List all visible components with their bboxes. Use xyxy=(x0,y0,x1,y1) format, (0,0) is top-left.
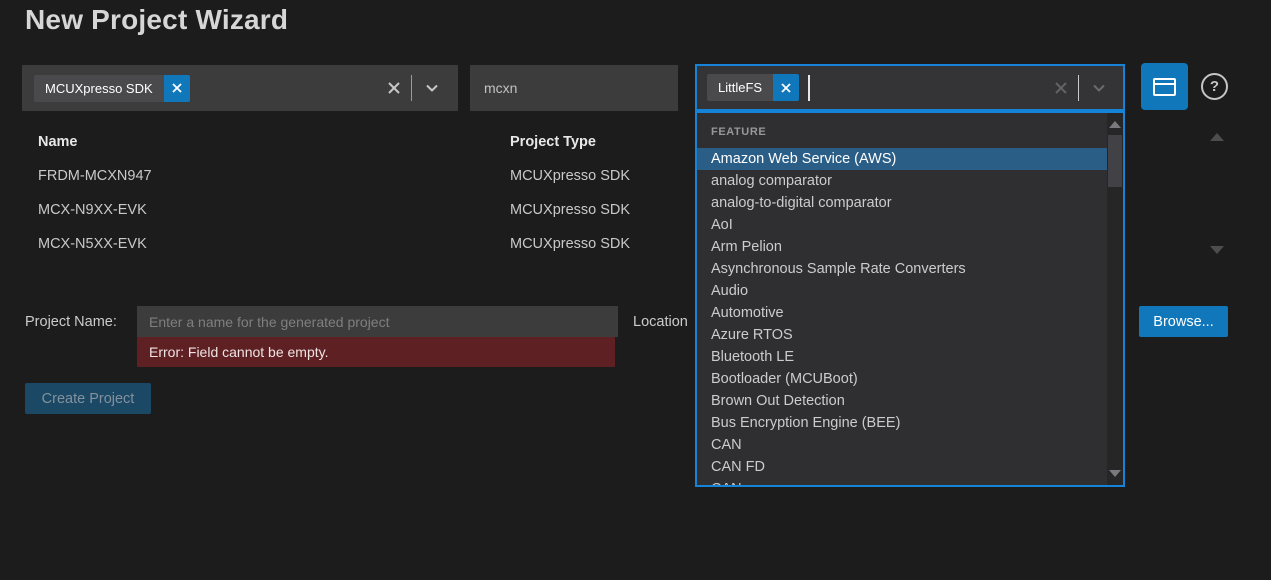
feature-option[interactable]: Automotive xyxy=(697,302,1109,324)
board-name: MCX-N5XX-EVK xyxy=(38,236,147,252)
sdk-tag-remove-icon[interactable] xyxy=(164,75,190,102)
project-name-input[interactable] xyxy=(137,306,618,337)
table-row[interactable]: FRDM-MCXN947 MCUXpresso SDK xyxy=(0,168,690,192)
column-header-name: Name xyxy=(38,134,78,150)
sdk-filter-chevron-down-icon[interactable] xyxy=(412,80,446,96)
board-search-input[interactable] xyxy=(470,65,678,111)
feature-option[interactable]: analog comparator xyxy=(697,170,1109,192)
help-button[interactable]: ? xyxy=(1201,73,1228,100)
page-title: New Project Wizard xyxy=(25,4,288,36)
scroll-up-arrow-icon[interactable] xyxy=(1210,133,1224,141)
feature-tag-remove-icon[interactable] xyxy=(773,74,799,101)
new-project-wizard-window: New Project Wizard MCUXpresso SDK Little… xyxy=(0,0,1271,580)
scrollbar-down-arrow-icon[interactable] xyxy=(1109,470,1121,477)
feature-option[interactable]: Amazon Web Service (AWS) xyxy=(697,148,1109,170)
feature-option[interactable]: Bus Encryption Engine (BEE) xyxy=(697,412,1109,434)
create-project-button[interactable]: Create Project xyxy=(25,383,151,414)
location-label: Location xyxy=(633,314,688,330)
table-row[interactable]: MCX-N9XX-EVK MCUXpresso SDK xyxy=(0,202,690,226)
feature-dropdown-list: FEATURE Amazon Web Service (AWS) analog … xyxy=(695,111,1125,487)
scroll-down-arrow-icon[interactable] xyxy=(1210,246,1224,254)
board-name: FRDM-MCXN947 xyxy=(38,168,152,184)
error-message: Error: Field cannot be empty. xyxy=(149,344,328,360)
feature-filter-clear-icon[interactable] xyxy=(1044,81,1078,95)
board-project-type: MCUXpresso SDK xyxy=(510,236,630,252)
project-name-error: Error: Field cannot be empty. xyxy=(137,337,615,367)
feature-option[interactable]: Azure RTOS xyxy=(697,324,1109,346)
feature-option[interactable]: Bootloader (MCUBoot) xyxy=(697,368,1109,390)
scrollbar-thumb[interactable] xyxy=(1108,135,1122,187)
feature-filter-tag: LittleFS xyxy=(707,74,799,101)
text-caret xyxy=(808,75,810,101)
sdk-filter-clear-icon[interactable] xyxy=(377,81,411,95)
toggle-view-button[interactable] xyxy=(1141,63,1188,110)
feature-option[interactable]: AoI xyxy=(697,214,1109,236)
project-name-label: Project Name: xyxy=(25,314,117,330)
feature-filter-chevron-down-icon[interactable] xyxy=(1079,80,1113,96)
feature-option[interactable]: analog-to-digital comparator xyxy=(697,192,1109,214)
feature-option[interactable]: Bluetooth LE xyxy=(697,346,1109,368)
feature-option[interactable]: CAN xyxy=(697,434,1109,456)
feature-option[interactable]: Audio xyxy=(697,280,1109,302)
board-name: MCX-N9XX-EVK xyxy=(38,202,147,218)
feature-option[interactable]: Arm Pelion xyxy=(697,236,1109,258)
feature-filter-tag-label: LittleFS xyxy=(707,74,773,101)
window-panel-icon xyxy=(1153,78,1176,96)
board-project-type: MCUXpresso SDK xyxy=(510,168,630,184)
feature-filter-combobox[interactable]: LittleFS xyxy=(695,64,1125,111)
question-mark-icon: ? xyxy=(1210,78,1219,95)
feature-group-label: FEATURE xyxy=(697,113,1123,148)
sdk-filter-tag-label: MCUXpresso SDK xyxy=(34,75,164,102)
sdk-filter-combobox[interactable]: MCUXpresso SDK xyxy=(22,65,458,111)
dropdown-scrollbar[interactable] xyxy=(1107,113,1123,485)
board-project-type: MCUXpresso SDK xyxy=(510,202,630,218)
scrollbar-up-arrow-icon[interactable] xyxy=(1109,121,1121,128)
table-header-row: Name Project Type xyxy=(0,134,690,158)
sdk-filter-tag: MCUXpresso SDK xyxy=(34,75,190,102)
column-header-project-type: Project Type xyxy=(510,134,596,150)
feature-option[interactable]: CAN FD xyxy=(697,456,1109,478)
feature-option[interactable]: Asynchronous Sample Rate Converters xyxy=(697,258,1109,280)
feature-option[interactable]: CANopen xyxy=(697,478,1109,487)
table-row[interactable]: MCX-N5XX-EVK MCUXpresso SDK xyxy=(0,236,690,260)
feature-option[interactable]: Brown Out Detection xyxy=(697,390,1109,412)
browse-button[interactable]: Browse... xyxy=(1139,306,1228,337)
